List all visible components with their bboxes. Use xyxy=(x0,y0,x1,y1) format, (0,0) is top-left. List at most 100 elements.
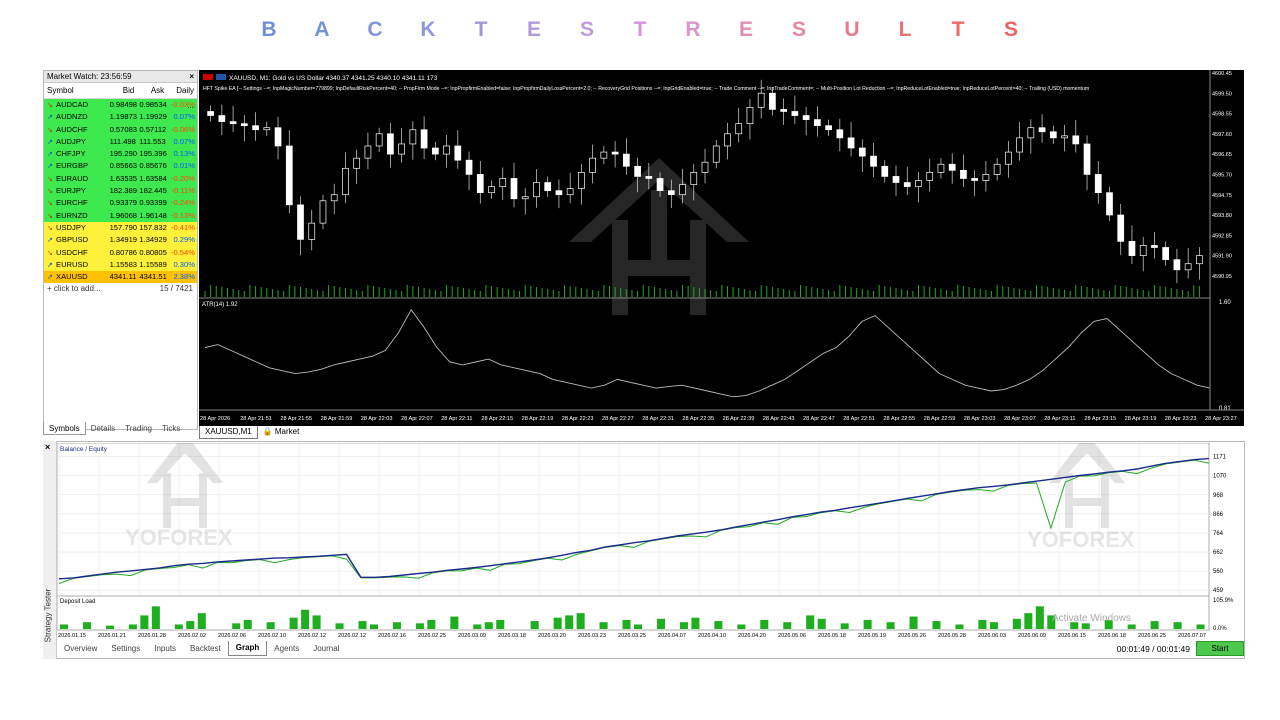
market-watch-row[interactable]: ↗ AUDJPY 111.498 111.553 0.07% xyxy=(44,135,197,149)
chart-symbol-info: XAUUSD, M1: Gold vs US Dollar 4340.37 43… xyxy=(229,75,438,82)
close-icon[interactable]: × xyxy=(45,442,50,452)
deposit-bar xyxy=(553,617,562,629)
time-label: 28 Apr 23:23 xyxy=(1165,416,1197,422)
candle xyxy=(566,188,574,196)
column-header-bid[interactable]: Bid xyxy=(108,83,138,98)
symbol-cell: ↘ EURCHF xyxy=(44,197,108,209)
market-watch-row[interactable]: ↗ EURUSD 1.15583 1.15589 0.30% xyxy=(44,258,197,272)
tab-ticks[interactable]: Ticks xyxy=(157,422,185,435)
market-watch-row[interactable]: ↘ EURAUD 1.63535 1.63584 -0.20% xyxy=(44,172,197,186)
add-symbol-label[interactable]: + click to add... xyxy=(47,283,101,295)
balance-scale-label: 968 xyxy=(1213,493,1224,499)
title-letter: T xyxy=(633,18,647,41)
balance-chart[interactable]: YOFOREX YOFOREX Balance / Equity 1171 107… xyxy=(57,443,1244,596)
title-letter: T xyxy=(474,18,488,41)
market-watch-title: Market Watch: 23:56:59 xyxy=(47,72,132,81)
market-watch-row[interactable]: ↘ AUDCHF 0.57083 0.57112 -0.06% xyxy=(44,123,197,136)
time-axis: 28 Apr 2026 28 Apr 21:51 28 Apr 21:55 28 Ap… xyxy=(200,416,1237,422)
activate-windows-text: Activate Windows xyxy=(1052,613,1131,624)
arrow-up-icon: ↗ xyxy=(47,274,53,282)
tab-inputs[interactable]: Inputs xyxy=(147,642,183,656)
market-watch-row[interactable]: ↘ USDJPY 157.790 157.832 -0.41% xyxy=(44,221,197,235)
symbol-name: EURAUD xyxy=(56,173,89,183)
date-label: 2026.02.10 xyxy=(258,633,286,639)
candle xyxy=(858,147,866,157)
time-label: 28 Apr 22:55 xyxy=(883,416,915,422)
market-watch-tabs: Symbols Details Trading Ticks xyxy=(43,422,198,435)
candle xyxy=(398,143,405,155)
bid-cell: 1.15583 xyxy=(109,259,138,269)
column-header-ask[interactable]: Ask xyxy=(137,83,167,98)
symbol-cell: ↘ EURNZD xyxy=(44,210,108,222)
symbol-cell: ↗ EURUSD xyxy=(44,259,108,271)
column-header-daily[interactable]: Daily ... xyxy=(167,83,197,110)
market-watch-row[interactable]: ↘ AUDCAD 0.98498 0.98534 -0.03% xyxy=(44,99,197,112)
title-letter: K xyxy=(420,18,436,41)
tab-overview[interactable]: Overview xyxy=(57,642,104,656)
price-chart[interactable]: XAUUSD, M1: Gold vs US Dollar 4340.37 43… xyxy=(199,70,1244,426)
candle xyxy=(252,125,259,131)
date-label: 2026.05.18 xyxy=(818,633,846,639)
market-watch-row[interactable]: ↘ EURNZD 1.96068 1.96148 -0.13% xyxy=(44,209,197,222)
market-watch-row[interactable]: ↘ EURCHF 0.93379 0.93399 -0.24% xyxy=(44,197,197,210)
market-watch-row[interactable]: ↗ GBPUSD 1.34919 1.34929 0.29% xyxy=(44,234,197,247)
deposit-bar xyxy=(1173,622,1182,629)
bid-cell: 1.96068 xyxy=(109,210,138,220)
arrow-up-icon: ↗ xyxy=(47,237,53,245)
candle xyxy=(274,127,282,147)
candle xyxy=(1162,247,1170,261)
symbol-count: 15 / 7421 xyxy=(159,284,193,294)
market-watch-row[interactable]: ↗ CHFJPY 195.290 195.396 0.13% xyxy=(44,148,197,161)
candle xyxy=(971,178,979,181)
candle xyxy=(499,178,507,187)
start-button[interactable]: Start xyxy=(1196,641,1244,656)
date-label: 2026.06.03 xyxy=(978,633,1006,639)
balance-scale-label: 1070 xyxy=(1213,474,1227,480)
deposit-load-chart[interactable]: Deposit Load 105.9% 0.0% Activate Window… xyxy=(57,596,1244,640)
column-header-symbol[interactable]: Symbol xyxy=(44,83,108,98)
deposit-bar xyxy=(530,621,539,629)
market-watch-row[interactable]: ↘ USDCHF 0.80786 0.80805 -0.54% xyxy=(44,246,197,259)
price-label: 4593.80 xyxy=(1212,213,1232,219)
chart-frame xyxy=(57,443,1210,596)
deposit-bar xyxy=(955,624,964,629)
date-label: 2026.06.09 xyxy=(1018,633,1046,639)
time-label: 28 Apr 23:15 xyxy=(1084,416,1116,422)
symbol-name: EURCHF xyxy=(56,198,88,208)
date-label: 2026.02.12 xyxy=(338,633,366,639)
tab-journal[interactable]: Journal xyxy=(306,642,346,656)
tab-xauusd-m1[interactable]: XAUUSD,M1 xyxy=(199,425,258,439)
elapsed-time: 00:01:49 / 00:01:49 xyxy=(1116,643,1190,654)
tab-symbols[interactable]: Symbols xyxy=(43,422,86,435)
market-watch-row[interactable]: ↗ EURGBP 0.85663 0.85676 0.01% xyxy=(44,160,197,173)
bid-cell: 1.34919 xyxy=(109,235,138,245)
candle xyxy=(881,165,889,177)
market-watch-row[interactable]: ↗ XAUUSD 4341.11 4341.51 2.38% xyxy=(44,271,197,284)
bid-cell: 195.290 xyxy=(109,149,138,159)
candle xyxy=(926,172,934,181)
date-label: 2026.06.15 xyxy=(1058,633,1086,639)
market-watch-row[interactable]: ↗ AUDNZD 1.19873 1.19929 0.07% xyxy=(44,111,197,124)
tab-agents[interactable]: Agents xyxy=(267,642,306,656)
tab-graph[interactable]: Graph xyxy=(227,641,268,656)
atr-line xyxy=(204,308,1211,398)
arrow-down-icon: ↘ xyxy=(47,224,53,232)
add-symbol-row[interactable]: + click to add... 15 / 7421 xyxy=(44,283,197,295)
symbol-name: EURJPY xyxy=(56,186,86,196)
close-icon[interactable]: × xyxy=(189,71,194,82)
daily-change-cell: -0.54% xyxy=(170,247,195,257)
tab-details[interactable]: Details xyxy=(86,422,120,435)
candle xyxy=(420,129,428,149)
daily-change-cell: -0.20% xyxy=(170,173,195,183)
candle xyxy=(1139,245,1147,256)
candle xyxy=(1128,241,1136,256)
tab-settings[interactable]: Settings xyxy=(104,642,147,656)
candle xyxy=(712,145,720,163)
time-label: 28 Apr 21:51 xyxy=(240,416,272,422)
date-label: 2026.05.26 xyxy=(898,633,926,639)
market-watch-row[interactable]: ↘ EURJPY 182.389 182.445 -0.11% xyxy=(44,185,197,198)
tab-backtest[interactable]: Backtest xyxy=(183,642,228,656)
tab-trading[interactable]: Trading xyxy=(120,422,157,435)
candle xyxy=(948,163,956,171)
tab-market[interactable]: 🔒 Market xyxy=(258,426,305,438)
